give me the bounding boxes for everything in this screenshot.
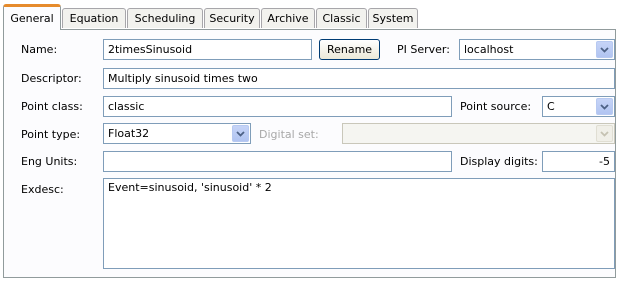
tab-scheduling[interactable]: Scheduling: [127, 8, 203, 28]
tab-label: General: [10, 12, 54, 25]
chevron-down-icon[interactable]: [232, 125, 249, 142]
pi-server-value: localhost: [464, 43, 514, 56]
rename-button[interactable]: Rename: [319, 39, 380, 60]
pi-server-label: PI Server:: [397, 43, 450, 56]
tab-label: System: [372, 12, 414, 25]
tab-label: Archive: [267, 12, 309, 25]
point-source-value: C: [547, 100, 555, 113]
tab-label: Security: [209, 12, 255, 25]
display-digits-label: Display digits:: [460, 155, 538, 168]
chevron-down-icon[interactable]: [596, 41, 613, 58]
tab-archive[interactable]: Archive: [261, 8, 315, 28]
tab-equation[interactable]: Equation: [62, 8, 126, 28]
tab-label: Scheduling: [134, 12, 196, 25]
tab-general[interactable]: General: [3, 4, 61, 30]
point-source-select[interactable]: C: [542, 96, 615, 117]
point-type-select[interactable]: Float32: [103, 123, 251, 144]
eng-units-label: Eng Units:: [21, 155, 78, 168]
chevron-down-icon[interactable]: [596, 98, 613, 115]
tab-strip: General Equation Scheduling Security Arc…: [0, 0, 618, 30]
descriptor-label: Descriptor:: [21, 72, 82, 85]
digital-set-label: Digital set:: [259, 128, 319, 141]
point-class-field[interactable]: classic: [103, 96, 452, 117]
tab-label: Classic: [322, 12, 361, 25]
display-digits-field[interactable]: -5: [542, 151, 615, 172]
point-source-label: Point source:: [460, 100, 532, 113]
tab-label: Equation: [69, 12, 119, 25]
chevron-down-icon: [596, 125, 613, 142]
digital-set-select: [342, 123, 615, 144]
pi-server-select[interactable]: localhost: [459, 39, 615, 60]
name-label: Name:: [21, 43, 58, 56]
name-field[interactable]: 2timesSinusoid: [103, 39, 312, 60]
point-type-value: Float32: [108, 127, 150, 140]
eng-units-field[interactable]: [103, 151, 452, 172]
point-class-label: Point class:: [21, 100, 83, 113]
tab-system[interactable]: System: [368, 8, 418, 28]
descriptor-field[interactable]: Multiply sinusoid times two: [103, 68, 615, 89]
tab-security[interactable]: Security: [204, 8, 260, 28]
point-type-label: Point type:: [21, 128, 81, 141]
exdesc-label: Exdesc:: [21, 183, 64, 196]
exdesc-field[interactable]: Event=sinusoid, 'sinusoid' * 2: [103, 178, 615, 269]
tab-classic[interactable]: Classic: [316, 8, 367, 28]
